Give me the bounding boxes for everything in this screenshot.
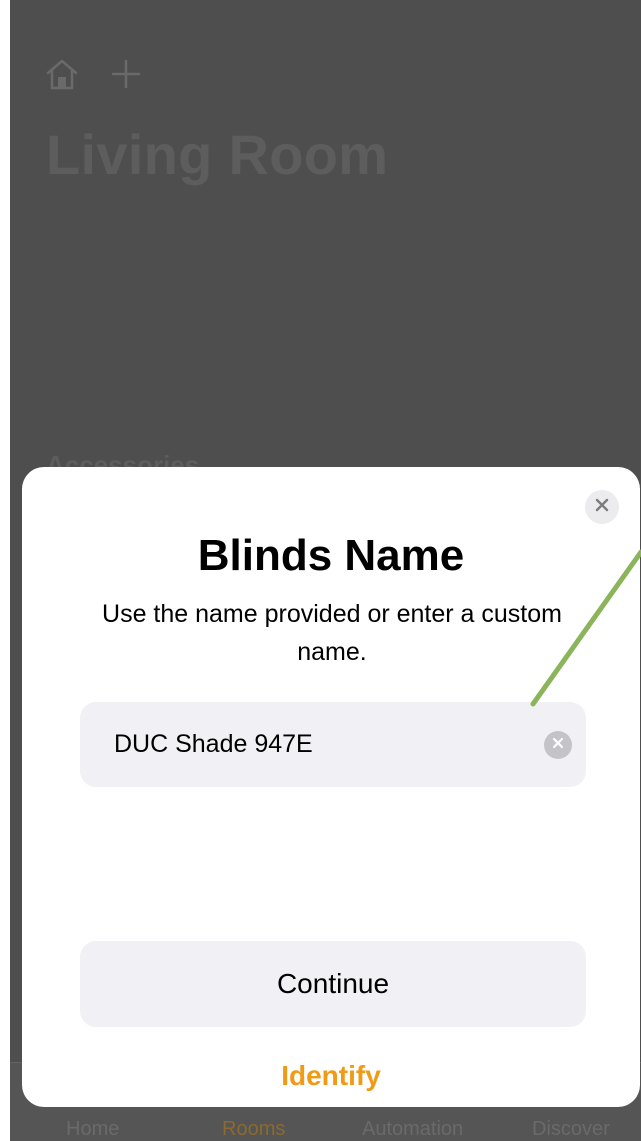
blinds-name-sheet: Blinds Name Use the name provided or ent…: [22, 467, 640, 1107]
continue-button[interactable]: Continue: [80, 941, 586, 1027]
tab-rooms[interactable]: Rooms: [222, 1118, 285, 1141]
tab-discover[interactable]: Discover: [532, 1118, 610, 1141]
tab-home[interactable]: Home: [66, 1118, 119, 1141]
house-icon: [44, 56, 80, 97]
blinds-name-field[interactable]: [80, 702, 586, 787]
clear-x-icon: [552, 736, 564, 754]
dialog-subtitle: Use the name provided or enter a custom …: [102, 600, 562, 666]
background-nav: [44, 56, 142, 96]
identify-button[interactable]: Identify: [22, 1060, 640, 1092]
tab-automation[interactable]: Automation: [362, 1118, 463, 1141]
dialog-title: Blinds Name: [197, 531, 465, 580]
close-button[interactable]: [585, 490, 619, 524]
plus-icon: [110, 58, 142, 95]
room-title: Living Room: [46, 123, 389, 186]
close-x-icon: [595, 498, 609, 517]
clear-text-button[interactable]: [544, 731, 572, 759]
screen: Living Room Accessories Home Rooms Autom…: [0, 0, 641, 1141]
name-input[interactable]: [114, 702, 534, 787]
